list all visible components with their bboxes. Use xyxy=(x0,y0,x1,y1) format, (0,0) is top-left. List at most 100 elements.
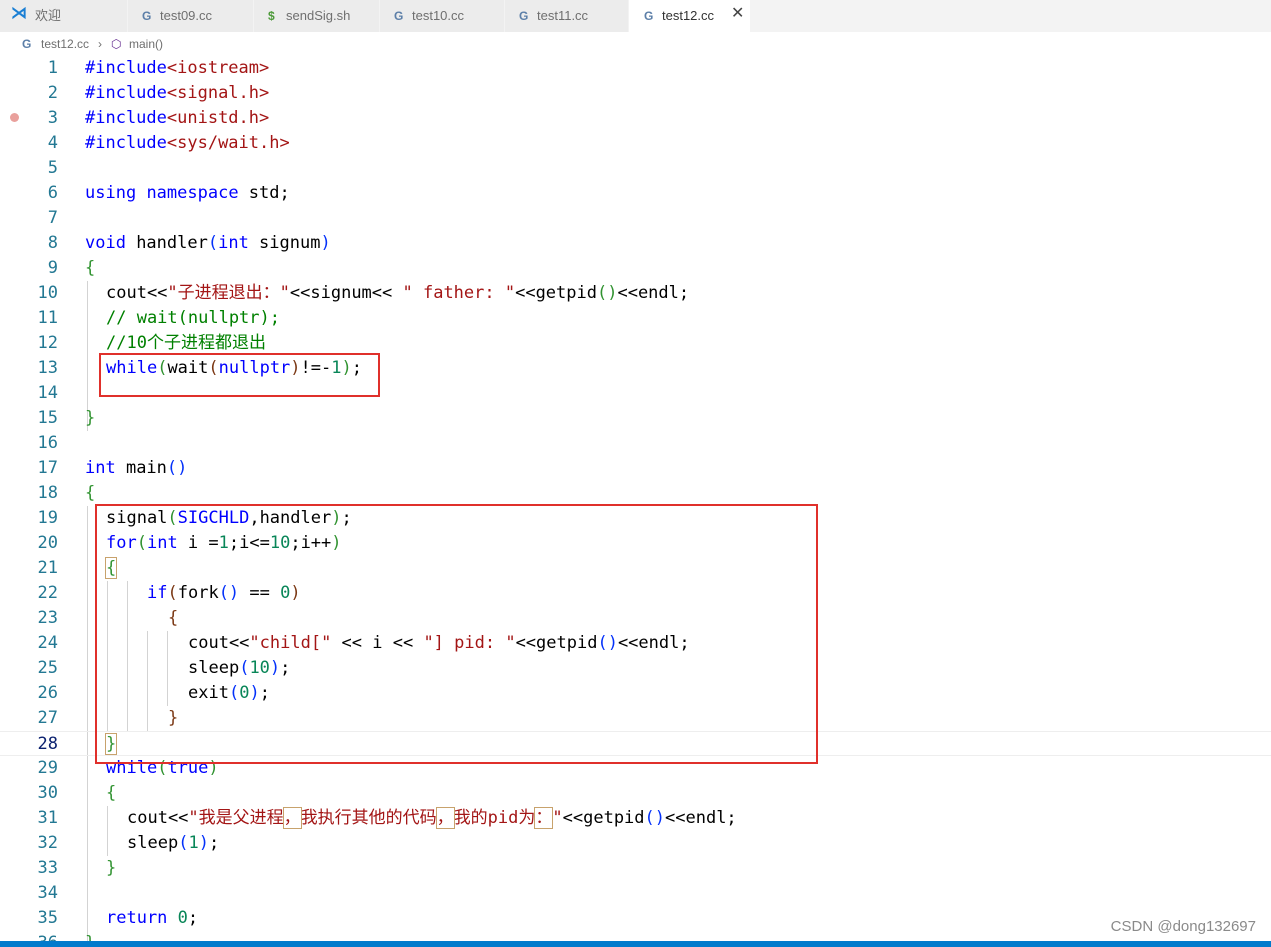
code-line: 31 cout<<"我是父进程，我执行其他的代码，我的pid为："<<getpi… xyxy=(0,806,1271,831)
line-number: 27 xyxy=(37,708,58,728)
line-number: 30 xyxy=(37,783,58,803)
cpp-file-icon: G xyxy=(394,9,404,23)
code-text: { xyxy=(85,258,96,278)
watermark: CSDN @dong132697 xyxy=(1110,918,1256,935)
tab-test10[interactable]: G test10.cc xyxy=(380,0,505,32)
line-number: 22 xyxy=(37,583,58,603)
line-number: 28 xyxy=(37,734,58,754)
code-line: 5 xyxy=(0,156,1271,181)
tab-label: 欢迎 xyxy=(35,8,62,23)
code-line: 34 xyxy=(0,881,1271,906)
line-number: 26 xyxy=(37,683,58,703)
tab-welcome[interactable]: ⋊ 欢迎 xyxy=(0,0,128,32)
line-number: 21 xyxy=(37,558,58,578)
code-line: 33 } xyxy=(0,856,1271,881)
annotation-box xyxy=(99,353,380,397)
line-number: 19 xyxy=(37,508,58,528)
line-number: 4 xyxy=(47,133,58,153)
line-number: 18 xyxy=(37,483,58,503)
chevron-right-icon: › xyxy=(98,37,102,51)
line-number: 6 xyxy=(47,183,58,203)
tab-label: sendSig.sh xyxy=(286,8,351,23)
code-line: 30 { xyxy=(0,781,1271,806)
code-line: 15 } xyxy=(0,406,1271,431)
line-number: 29 xyxy=(37,758,58,778)
line-number: 14 xyxy=(37,383,58,403)
code-line: 3 #include<unistd.h> xyxy=(0,106,1271,131)
line-number: 23 xyxy=(37,608,58,628)
code-line: 7 xyxy=(0,206,1271,231)
line-number: 13 xyxy=(37,358,58,378)
code-text: #include<sys/wait.h> xyxy=(85,133,290,153)
code-text: } xyxy=(106,858,117,878)
code-editor[interactable]: 1 #include<iostream> 2 #include<signal.h… xyxy=(0,56,1271,941)
line-number: 12 xyxy=(37,333,58,353)
status-bar xyxy=(0,941,1271,947)
annotation-box xyxy=(95,504,818,764)
code-text: } xyxy=(85,408,96,428)
line-number: 11 xyxy=(37,308,58,328)
line-number: 2 xyxy=(47,83,58,103)
tab-label: test11.cc xyxy=(537,8,589,23)
shell-file-icon: $ xyxy=(268,9,275,23)
code-text: cout<<"我是父进程，我执行其他的代码，我的pid为："<<getpid()… xyxy=(127,807,737,829)
line-number: 32 xyxy=(37,833,58,853)
code-line: 6 using namespace std; xyxy=(0,181,1271,206)
line-number: 24 xyxy=(37,633,58,653)
line-number: 33 xyxy=(37,858,58,878)
line-number: 34 xyxy=(37,883,58,903)
code-line: 1 #include<iostream> xyxy=(0,56,1271,81)
tab-label: test09.cc xyxy=(160,8,213,23)
line-number: 15 xyxy=(37,408,58,428)
breadcrumb: G test12.cc › ⬡ main() xyxy=(0,32,1271,56)
cpp-file-icon: G xyxy=(644,9,654,23)
code-line: 35 return 0; xyxy=(0,906,1271,931)
tab-test11[interactable]: G test11.cc xyxy=(505,0,629,32)
code-text: cout<<"子进程退出："<<signum<< " father: "<<ge… xyxy=(106,283,690,303)
code-text: #include<unistd.h> xyxy=(85,108,270,128)
code-text: sleep(1); xyxy=(127,833,220,853)
code-line: 2 #include<signal.h> xyxy=(0,81,1271,106)
tab-bar: ⋊ 欢迎 G test09.cc $ sendSig.sh G test10.c… xyxy=(0,0,1271,32)
code-line: 36 } xyxy=(0,931,1271,941)
cpp-file-icon: G xyxy=(142,9,152,23)
code-line: 17 int main() xyxy=(0,456,1271,481)
close-icon[interactable]: ✕ xyxy=(731,5,744,23)
line-number: 8 xyxy=(47,233,58,253)
line-number: 36 xyxy=(0,931,58,941)
code-text: void handler(int signum) xyxy=(85,233,331,253)
code-line: 10 cout<<"子进程退出："<<signum<< " father: "<… xyxy=(0,281,1271,306)
line-number: 35 xyxy=(37,908,58,928)
line-number: 16 xyxy=(37,433,58,453)
tab-sendsig[interactable]: $ sendSig.sh xyxy=(254,0,380,32)
line-number: 1 xyxy=(47,58,58,78)
code-line: 11 // wait(nullptr); xyxy=(0,306,1271,331)
breadcrumb-symbol[interactable]: main() xyxy=(129,37,163,51)
code-text: #include<signal.h> xyxy=(85,83,270,103)
code-text: // wait(nullptr); xyxy=(106,308,280,328)
code-text: } xyxy=(85,931,95,941)
code-text: return 0; xyxy=(106,908,199,928)
breadcrumb-file[interactable]: test12.cc xyxy=(41,37,89,51)
line-number: 31 xyxy=(37,808,58,828)
code-text: int main() xyxy=(85,458,188,478)
tab-test12[interactable]: G test12.cc ✕ xyxy=(629,0,751,32)
code-text: #include<iostream> xyxy=(85,58,270,78)
line-number: 17 xyxy=(37,458,58,478)
line-number: 7 xyxy=(47,208,58,228)
method-icon: ⬡ xyxy=(111,37,122,51)
line-number: 5 xyxy=(47,158,58,178)
code-line: 18 { xyxy=(0,481,1271,506)
line-number: 3 xyxy=(47,108,58,128)
code-text: { xyxy=(85,483,96,503)
cpp-file-icon: G xyxy=(519,9,529,23)
tab-test09[interactable]: G test09.cc xyxy=(128,0,254,32)
line-number: 20 xyxy=(37,533,58,553)
code-line: 4 #include<sys/wait.h> xyxy=(0,131,1271,156)
tab-label: test12.cc xyxy=(662,8,715,23)
code-line: 16 xyxy=(0,431,1271,456)
code-text: { xyxy=(106,783,117,803)
cpp-file-icon: G xyxy=(22,37,32,51)
line-number: 25 xyxy=(37,658,58,678)
code-line: 8 void handler(int signum) xyxy=(0,231,1271,256)
